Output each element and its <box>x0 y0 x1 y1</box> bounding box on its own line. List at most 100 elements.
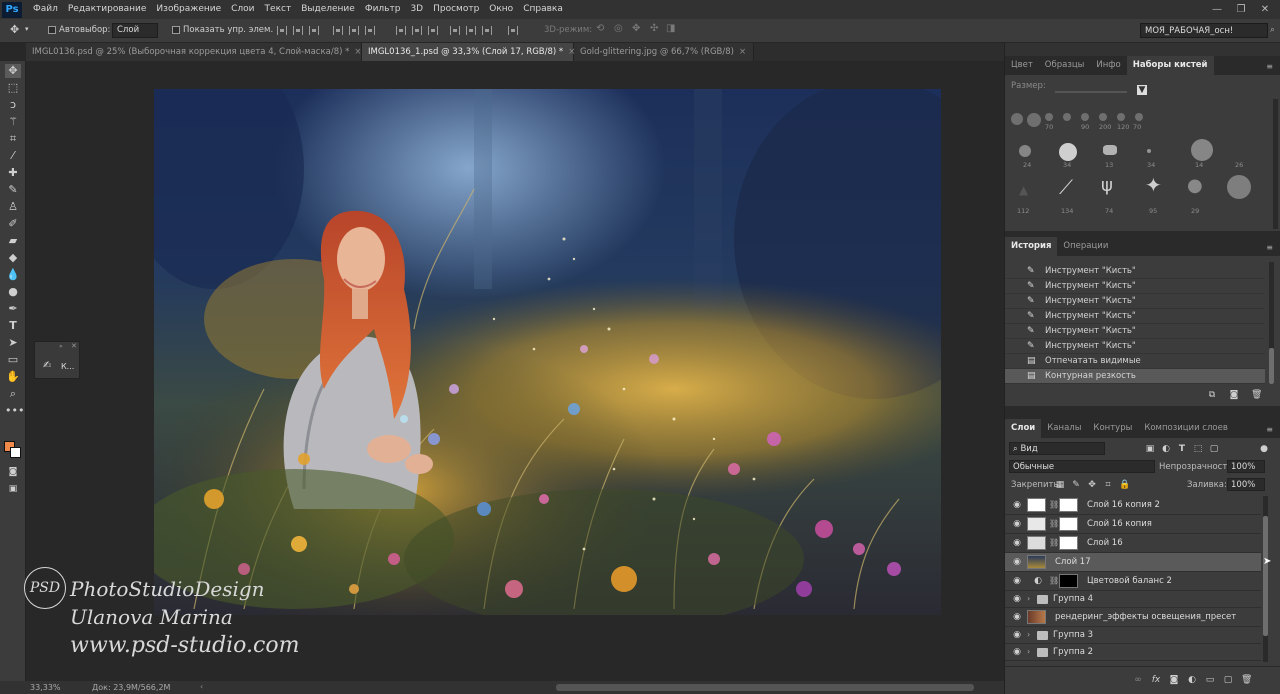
history-item[interactable]: ✎ Инструмент "Кисть" <box>1005 264 1265 279</box>
adjustment-layer-icon[interactable]: ◐ <box>1187 675 1197 685</box>
chevron-right-icon[interactable]: › <box>1027 647 1030 656</box>
fill-field[interactable]: 100% <box>1227 478 1265 491</box>
move-tool-icon[interactable]: ✥ <box>10 23 19 36</box>
layer-filter-select[interactable]: ⌕ Вид <box>1009 442 1105 455</box>
layer-row-selected[interactable]: ◉ Слой 17 <box>1005 553 1261 572</box>
visibility-eye-icon[interactable]: ◉ <box>1012 557 1022 567</box>
align-left-icon[interactable] <box>333 26 343 35</box>
panel-menu-icon[interactable]: ≡ <box>1266 62 1273 71</box>
show-controls-checkbox[interactable] <box>172 26 180 34</box>
hand-tool-icon[interactable]: ✋ <box>5 370 21 384</box>
visibility-eye-icon[interactable]: ◉ <box>1012 647 1022 657</box>
tab-document-2[interactable]: IMGL0136_1.psd @ 33,3% (Слой 17, RGB/8) … <box>362 43 575 61</box>
align-hcenter-icon[interactable] <box>349 26 359 35</box>
layer-group-row[interactable]: ◉ › Группа 4 <box>1005 591 1261 608</box>
magic-wand-tool-icon[interactable]: ⚚ <box>5 115 21 129</box>
move-tool-icon[interactable]: ✥ <box>5 64 21 78</box>
visibility-eye-icon[interactable]: ◉ <box>1012 630 1022 640</box>
layer-row[interactable]: ◉ ⛓ Слой 16 копия <box>1005 515 1261 534</box>
layer-mask-thumbnail[interactable] <box>1059 574 1078 588</box>
background-color-swatch[interactable] <box>10 447 21 458</box>
history-item[interactable]: ✎ Инструмент "Кисть" <box>1005 324 1265 339</box>
distribute-vcenter-icon[interactable] <box>412 26 422 35</box>
auto-align-icon[interactable] <box>508 26 518 35</box>
autoselect-select[interactable]: Слой <box>112 23 158 38</box>
history-item[interactable]: ✎ Инструмент "Кисть" <box>1005 309 1265 324</box>
lock-transparency-icon[interactable]: ▦ <box>1055 480 1065 490</box>
menu-edit[interactable]: Редактирование <box>63 0 152 19</box>
paint-bucket-tool-icon[interactable]: ◆ <box>5 251 21 265</box>
layer-row[interactable]: ◉ ⛓ Слой 16 копия 2 <box>1005 496 1261 515</box>
scroll-thumb[interactable] <box>1269 348 1274 384</box>
blur-tool-icon[interactable]: 💧 <box>5 268 21 282</box>
new-snapshot-icon[interactable]: ◙ <box>1229 390 1239 400</box>
new-document-from-state-icon[interactable]: ⧉ <box>1207 390 1217 400</box>
document-size[interactable]: Док: 23,9М/566,2М <box>92 683 170 692</box>
tab-brush-presets[interactable]: Наборы кистей <box>1126 56 1214 75</box>
add-mask-icon[interactable]: ◙ <box>1169 675 1179 685</box>
brush-scrollbar[interactable] <box>1273 99 1278 229</box>
history-item[interactable]: ✎ Инструмент "Кисть" <box>1005 339 1265 354</box>
layer-group-row[interactable]: ◉ › Группа 2 <box>1005 644 1261 661</box>
layer-row[interactable]: ◉ ◐ ⛓ Цветовой баланс 2 <box>1005 572 1261 591</box>
filter-smart-object-icon[interactable]: ▢ <box>1209 444 1219 454</box>
close-window-button[interactable]: ✕ <box>1254 0 1276 19</box>
panel-menu-icon[interactable]: ≡ <box>1266 243 1273 252</box>
brush-tip-icon[interactable]: ψ <box>1101 175 1113 196</box>
filter-adjustment-icon[interactable]: ◐ <box>1161 444 1171 454</box>
panel-menu-icon[interactable]: ≡ <box>1266 425 1273 434</box>
link-icon[interactable]: ⛓ <box>1049 576 1059 585</box>
new-preset-icon[interactable]: ▼ <box>1137 85 1147 95</box>
delete-icon[interactable]: 🗑 <box>1251 390 1262 400</box>
tab-history[interactable]: История <box>1005 237 1058 256</box>
history-item[interactable]: ▤ Отпечатать видимые <box>1005 354 1265 369</box>
link-layers-icon[interactable]: ∞ <box>1133 675 1143 685</box>
layer-group-row[interactable]: ◉ › Группа 3 <box>1005 627 1261 644</box>
menu-layers[interactable]: Слои <box>226 0 259 19</box>
lock-artboard-icon[interactable]: ⌗ <box>1103 480 1113 490</box>
crop-tool-icon[interactable]: ⌗ <box>5 132 21 146</box>
layer-mask-thumbnail[interactable] <box>1059 498 1078 512</box>
blend-mode-select[interactable]: Обычные <box>1009 460 1155 473</box>
tab-document-3[interactable]: Gold-glittering.jpg @ 66,7% (RGB/8) × <box>574 43 754 61</box>
delete-layer-icon[interactable]: 🗑 <box>1241 675 1252 685</box>
layer-row[interactable]: ◉ ⛓ Слой 16 <box>1005 534 1261 553</box>
tab-swatches[interactable]: Образцы <box>1039 56 1091 75</box>
brush-tip-icon[interactable]: ⟋ <box>1059 175 1073 199</box>
menu-filter[interactable]: Фильтр <box>360 0 406 19</box>
eraser-tool-icon[interactable]: ▰ <box>5 234 21 248</box>
tab-document-1[interactable]: IMGL0136.psd @ 25% (Выборочная коррекция… <box>26 43 362 61</box>
tab-color[interactable]: Цвет <box>1005 56 1039 75</box>
visibility-eye-icon[interactable]: ◉ <box>1012 519 1022 529</box>
link-icon[interactable]: ⛓ <box>1049 538 1059 547</box>
zoom-tool-icon[interactable]: ⌕ <box>5 387 21 401</box>
marquee-tool-icon[interactable]: ⬚ <box>5 81 21 95</box>
new-layer-icon[interactable]: ▢ <box>1223 675 1233 685</box>
distribute-left-icon[interactable] <box>450 26 460 35</box>
minimize-button[interactable]: — <box>1206 0 1228 19</box>
brush-tip-icon[interactable]: ▲ <box>1019 183 1028 197</box>
size-slider[interactable] <box>1055 91 1127 93</box>
visibility-eye-icon[interactable]: ◉ <box>1012 594 1022 604</box>
layers-scrollbar[interactable] <box>1263 496 1268 662</box>
filter-toggle-icon[interactable]: ● <box>1259 444 1269 454</box>
zoom-level[interactable]: 33,33% <box>30 683 61 692</box>
new-group-icon[interactable]: ▭ <box>1205 675 1215 685</box>
menu-view[interactable]: Просмотр <box>428 0 484 19</box>
menu-image[interactable]: Изображение <box>151 0 226 19</box>
menu-window[interactable]: Окно <box>484 0 518 19</box>
close-icon[interactable]: × <box>354 47 361 57</box>
history-scrollbar[interactable] <box>1269 262 1274 384</box>
brush-tip-icon[interactable]: ● <box>1187 175 1203 196</box>
3d-scale-icon[interactable]: ◨ <box>666 23 675 34</box>
workspace-select[interactable]: МОЯ_РАБОЧАЯ_осн! <box>1140 23 1268 38</box>
menu-select[interactable]: Выделение <box>296 0 360 19</box>
more-tools-icon[interactable]: ••• <box>5 404 24 418</box>
tab-layer-comps[interactable]: Композиции слоев <box>1138 419 1234 438</box>
link-icon[interactable]: ⛓ <box>1049 519 1059 528</box>
menu-file[interactable]: Файл <box>28 0 63 19</box>
layer-row[interactable]: ◉ рендеринг_эффекты освещения_пресет <box>1005 608 1261 627</box>
tab-info[interactable]: Инфо <box>1090 56 1126 75</box>
align-vcenter-icon[interactable] <box>293 26 303 35</box>
history-item[interactable]: ✎ Инструмент "Кисть" <box>1005 279 1265 294</box>
